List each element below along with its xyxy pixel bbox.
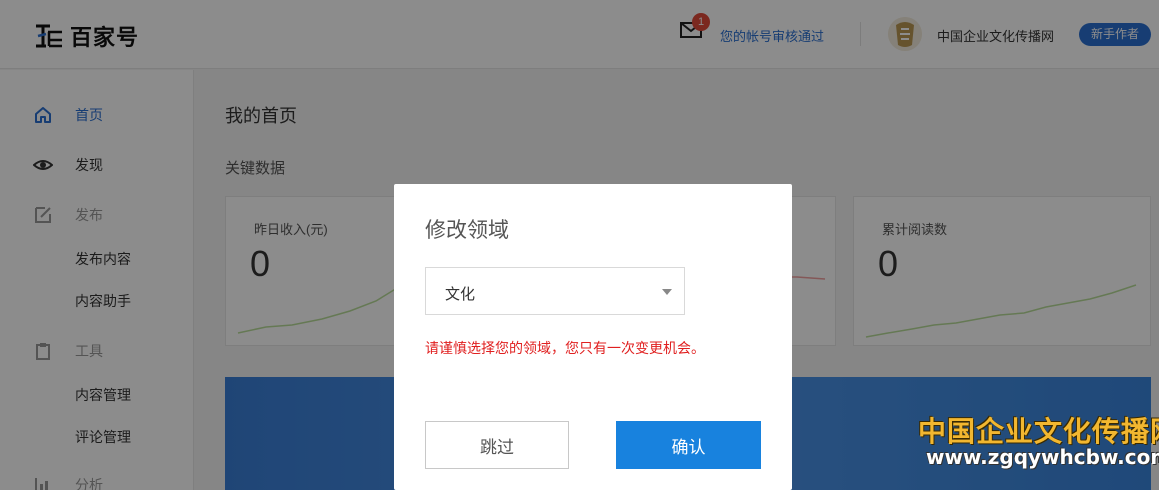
- watermark-title: 中国企业文化传播网: [918, 415, 1159, 448]
- domain-select[interactable]: 文化: [425, 267, 685, 315]
- domain-change-warning: 请谨慎选择您的领域，您只有一次变更机会。: [425, 340, 705, 356]
- confirm-button[interactable]: 确认: [616, 421, 761, 469]
- caret-down-icon: [662, 289, 672, 295]
- domain-select-value: 文化: [445, 286, 476, 303]
- change-domain-dialog: 修改领域 文化 请谨慎选择您的领域，您只有一次变更机会。 跳过 确认: [394, 184, 792, 490]
- skip-button[interactable]: 跳过: [425, 421, 569, 469]
- dialog-title: 修改领域: [425, 219, 509, 242]
- watermark-url: www.zgqywhcbw.com: [926, 445, 1159, 469]
